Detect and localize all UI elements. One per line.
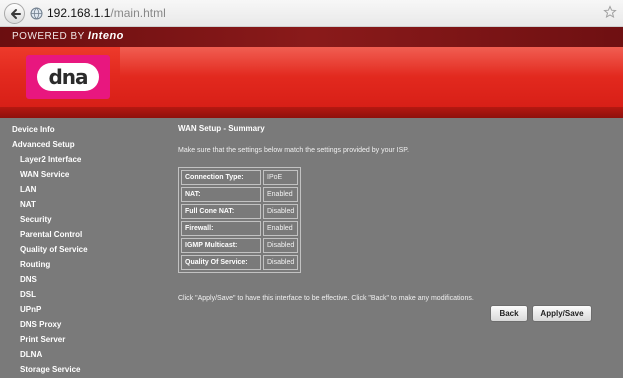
browser-toolbar: 192.168.1.1/main.html	[0, 0, 623, 27]
menu-item-parental-control[interactable]: Parental Control	[20, 230, 82, 239]
summary-key: Firewall:	[181, 221, 261, 236]
apply-save-button[interactable]: Apply/Save	[532, 305, 592, 322]
page-title: WAN Setup - Summary	[178, 124, 265, 133]
menu-item-storage-service[interactable]: Storage Service	[20, 365, 80, 374]
bookmark-star-icon[interactable]	[603, 5, 617, 19]
logo-badge: dna	[37, 63, 99, 91]
menu-item-advanced-setup[interactable]: Advanced Setup	[12, 140, 75, 149]
table-row: Firewall: Enabled	[181, 221, 299, 236]
menu-item-dns[interactable]: DNS	[20, 275, 37, 284]
table-row: NAT: Enabled	[181, 187, 299, 202]
menu-item-print-server[interactable]: Print Server	[20, 335, 65, 344]
summary-key: IGMP Multicast:	[181, 238, 261, 253]
menu-item-dlna[interactable]: DLNA	[20, 350, 42, 359]
menu-item-dsl[interactable]: DSL	[20, 290, 36, 299]
summary-value: Disabled	[263, 204, 299, 219]
logo-text: dna	[48, 65, 88, 89]
powered-by-bar: POWERED BY Inteno	[0, 27, 623, 47]
menu-item-routing[interactable]: Routing	[20, 260, 50, 269]
summary-value: Enabled	[263, 187, 299, 202]
header-bottom-strip	[0, 107, 623, 118]
summary-value: Enabled	[263, 221, 299, 236]
summary-key: Quality Of Service:	[181, 255, 261, 270]
summary-value: Disabled	[263, 255, 299, 270]
page-globe-icon	[30, 7, 43, 20]
table-row: Quality Of Service: Disabled	[181, 255, 299, 270]
summary-key: NAT:	[181, 187, 261, 202]
arrow-left-icon	[10, 8, 21, 19]
sidebar-menu: Device Info Advanced Setup Layer2 Interf…	[0, 118, 160, 378]
summary-key: Full Cone NAT:	[181, 204, 261, 219]
menu-item-quality-of-service[interactable]: Quality of Service	[20, 245, 88, 254]
browser-back-button[interactable]	[4, 3, 25, 24]
menu-item-nat[interactable]: NAT	[20, 200, 36, 209]
url-path: /main.html	[110, 6, 166, 20]
dna-logo: dna	[26, 55, 110, 99]
banner-sheen	[120, 47, 623, 77]
address-bar[interactable]: 192.168.1.1/main.html	[47, 6, 166, 20]
menu-item-security[interactable]: Security	[20, 215, 52, 224]
summary-value: IPoE	[263, 170, 299, 185]
powered-by-brand: Inteno	[87, 30, 124, 42]
menu-item-layer2-interface[interactable]: Layer2 Interface	[20, 155, 81, 164]
menu-item-lan[interactable]: LAN	[20, 185, 36, 194]
powered-by-label: POWERED BY	[12, 31, 85, 42]
table-row: Connection Type: IPoE	[181, 170, 299, 185]
summary-key: Connection Type:	[181, 170, 261, 185]
apply-hint-text: Click "Apply/Save" to have this interfac…	[178, 295, 474, 302]
menu-item-device-info[interactable]: Device Info	[12, 125, 55, 134]
menu-item-upnp[interactable]: UPnP	[20, 305, 41, 314]
table-row: Full Cone NAT: Disabled	[181, 204, 299, 219]
page-intro: Make sure that the settings below match …	[178, 147, 409, 154]
back-button[interactable]: Back	[490, 305, 528, 322]
wan-summary-table: Connection Type: IPoE NAT: Enabled Full …	[178, 167, 302, 273]
menu-item-wan-service[interactable]: WAN Service	[20, 170, 69, 179]
table-row: IGMP Multicast: Disabled	[181, 238, 299, 253]
summary-value: Disabled	[263, 238, 299, 253]
powered-by-text: POWERED BY Inteno	[12, 30, 124, 42]
menu-item-dns-proxy[interactable]: DNS Proxy	[20, 320, 61, 329]
url-host: 192.168.1.1	[47, 6, 111, 20]
